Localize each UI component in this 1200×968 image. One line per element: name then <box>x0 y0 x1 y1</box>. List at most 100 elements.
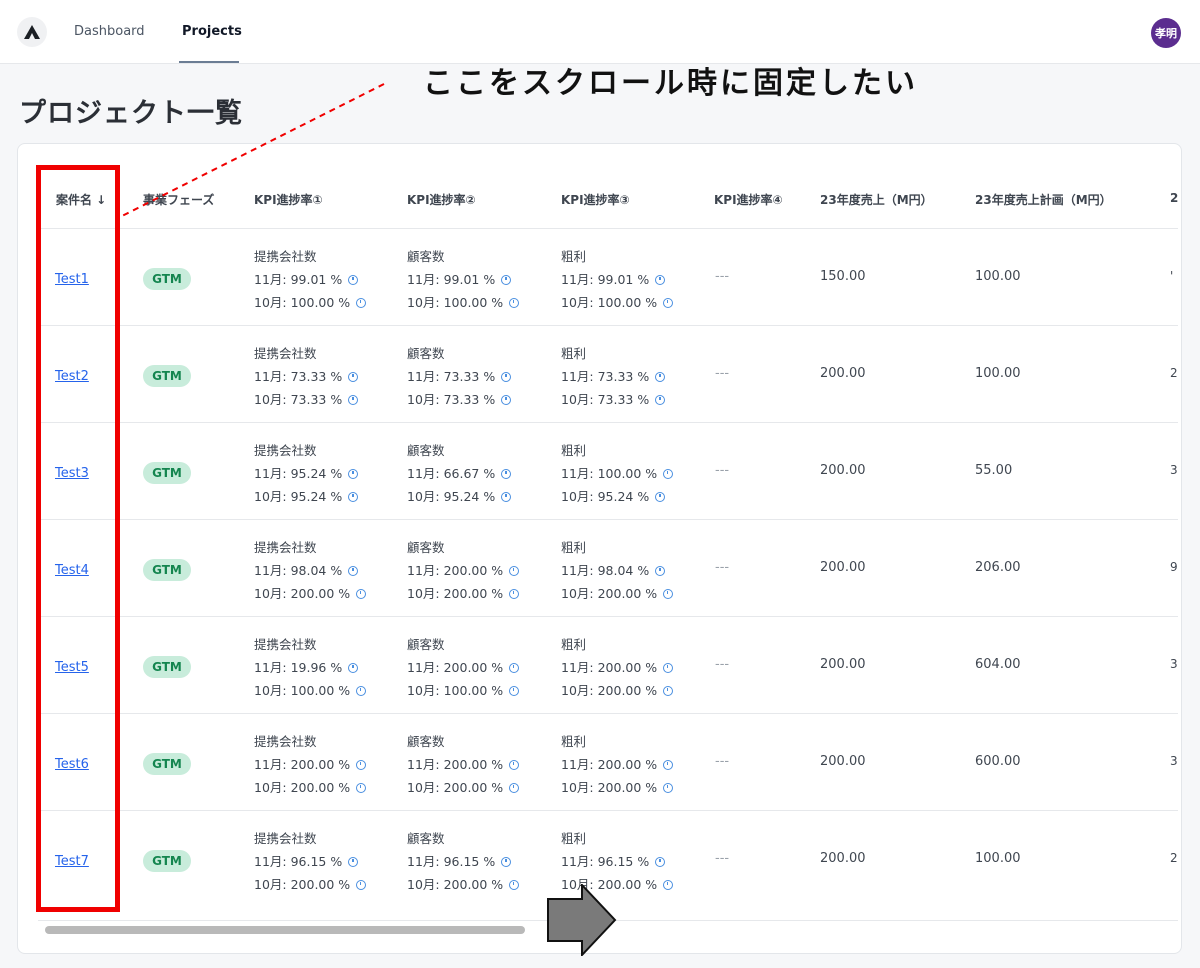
kpi-oct-value: 10月: 95.24 % <box>561 489 650 504</box>
kpi1-cell: 提携会社数 11月: 200.00 % 10月: 200.00 % <box>254 730 367 799</box>
project-name-link[interactable]: Test7 <box>55 854 89 869</box>
info-icon[interactable] <box>348 468 359 479</box>
kpi4-cell: --- <box>715 560 730 575</box>
info-icon[interactable] <box>356 879 367 890</box>
info-icon[interactable] <box>501 491 512 502</box>
info-icon[interactable] <box>356 685 367 696</box>
kpi-nov-value: 11月: 200.00 % <box>407 563 504 578</box>
kpi4-cell: --- <box>715 657 730 672</box>
info-icon[interactable] <box>348 394 359 405</box>
kpi-label: 提携会社数 <box>254 734 317 749</box>
kpi-oct-value: 10月: 73.33 % <box>254 392 343 407</box>
info-icon[interactable] <box>356 588 367 599</box>
header-phase[interactable]: 事業フェーズ <box>143 191 214 208</box>
info-icon[interactable] <box>348 856 359 867</box>
kpi-label: 顧客数 <box>407 734 445 749</box>
info-icon[interactable] <box>663 782 674 793</box>
info-icon[interactable] <box>655 856 666 867</box>
header-kpi4[interactable]: KPI進捗率④ <box>714 191 783 208</box>
sales23-cell: 200.00 <box>820 463 866 478</box>
info-icon[interactable] <box>501 468 512 479</box>
info-icon[interactable] <box>663 685 674 696</box>
kpi-label: 提携会社数 <box>254 540 317 555</box>
info-icon[interactable] <box>663 588 674 599</box>
info-icon[interactable] <box>348 662 359 673</box>
sales23-cell: 200.00 <box>820 657 866 672</box>
phase-badge: GTM <box>143 268 191 290</box>
kpi3-cell: 粗利 11月: 200.00 % 10月: 200.00 % <box>561 633 674 702</box>
project-name-link[interactable]: Test3 <box>55 466 89 481</box>
info-icon[interactable] <box>663 879 674 890</box>
header-kpi2[interactable]: KPI進捗率② <box>407 191 476 208</box>
info-icon[interactable] <box>509 685 520 696</box>
kpi1-cell: 提携会社数 11月: 95.24 % 10月: 95.24 % <box>254 439 359 508</box>
info-icon[interactable] <box>655 565 666 576</box>
project-name-link[interactable]: Test5 <box>55 660 89 675</box>
info-icon[interactable] <box>663 297 674 308</box>
header-kpi1[interactable]: KPI進捗率① <box>254 191 323 208</box>
kpi-label: 顧客数 <box>407 443 445 458</box>
info-icon[interactable] <box>509 565 520 576</box>
kpi3-cell: 粗利 11月: 100.00 % 10月: 95.24 % <box>561 439 674 508</box>
kpi-nov-value: 11月: 96.15 % <box>254 854 343 869</box>
kpi3-cell: 粗利 11月: 200.00 % 10月: 200.00 % <box>561 730 674 799</box>
info-icon[interactable] <box>348 565 359 576</box>
info-icon[interactable] <box>655 371 666 382</box>
kpi-nov-value: 11月: 200.00 % <box>561 660 658 675</box>
info-icon[interactable] <box>356 782 367 793</box>
kpi-label: 粗利 <box>561 540 587 555</box>
info-icon[interactable] <box>501 274 512 285</box>
sales23-cell: 200.00 <box>820 560 866 575</box>
table-row: Test4 GTM 提携会社数 11月: 98.04 % 10月: 200.00… <box>38 519 1178 617</box>
right-arrow-icon <box>547 884 617 956</box>
info-icon[interactable] <box>501 371 512 382</box>
info-icon[interactable] <box>663 468 674 479</box>
kpi3-cell: 粗利 11月: 99.01 % 10月: 100.00 % <box>561 245 674 314</box>
project-name-link[interactable]: Test1 <box>55 272 89 287</box>
header-sales23[interactable]: 23年度売上（M円） <box>820 191 933 208</box>
plan23-cell: 100.00 <box>975 366 1021 381</box>
kpi-label: 粗利 <box>561 443 587 458</box>
info-icon[interactable] <box>509 662 520 673</box>
info-icon[interactable] <box>663 662 674 673</box>
kpi-oct-value: 10月: 200.00 % <box>407 586 504 601</box>
kpi-oct-value: 10月: 95.24 % <box>254 489 343 504</box>
user-avatar[interactable]: 孝明 <box>1151 18 1181 48</box>
info-icon[interactable] <box>356 297 367 308</box>
scrollbar-thumb[interactable] <box>45 926 525 934</box>
project-name-link[interactable]: Test6 <box>55 757 89 772</box>
kpi4-cell: --- <box>715 269 730 284</box>
kpi2-cell: 顧客数 11月: 99.01 % 10月: 100.00 % <box>407 245 520 314</box>
info-icon[interactable] <box>509 759 520 770</box>
info-icon[interactable] <box>655 394 666 405</box>
header-name-sort[interactable]: 案件名 ↓ <box>56 191 106 208</box>
info-icon[interactable] <box>663 759 674 770</box>
info-icon[interactable] <box>356 759 367 770</box>
project-name-link[interactable]: Test4 <box>55 563 89 578</box>
info-icon[interactable] <box>348 371 359 382</box>
header-kpi3[interactable]: KPI進捗率③ <box>561 191 630 208</box>
info-icon[interactable] <box>509 588 520 599</box>
info-icon[interactable] <box>655 274 666 285</box>
kpi-label: 粗利 <box>561 637 587 652</box>
kpi-oct-value: 10月: 200.00 % <box>254 586 351 601</box>
info-icon[interactable] <box>501 856 512 867</box>
info-icon[interactable] <box>348 274 359 285</box>
kpi2-cell: 顧客数 11月: 73.33 % 10月: 73.33 % <box>407 342 512 411</box>
nav-projects[interactable]: Projects <box>182 24 242 39</box>
kpi-oct-value: 10月: 73.33 % <box>407 392 496 407</box>
kpi-nov-value: 11月: 73.33 % <box>407 369 496 384</box>
app-logo-icon[interactable] <box>17 17 47 47</box>
header-plan23[interactable]: 23年度売上計画（M円） <box>975 191 1112 208</box>
info-icon[interactable] <box>655 491 666 502</box>
info-icon[interactable] <box>509 297 520 308</box>
nav-dashboard[interactable]: Dashboard <box>74 24 145 39</box>
info-icon[interactable] <box>501 394 512 405</box>
info-icon[interactable] <box>509 879 520 890</box>
info-icon[interactable] <box>509 782 520 793</box>
info-icon[interactable] <box>348 491 359 502</box>
project-name-link[interactable]: Test2 <box>55 369 89 384</box>
kpi-nov-value: 11月: 99.01 % <box>561 272 650 287</box>
plan23-cell: 55.00 <box>975 463 1013 478</box>
kpi1-cell: 提携会社数 11月: 98.04 % 10月: 200.00 % <box>254 536 367 605</box>
